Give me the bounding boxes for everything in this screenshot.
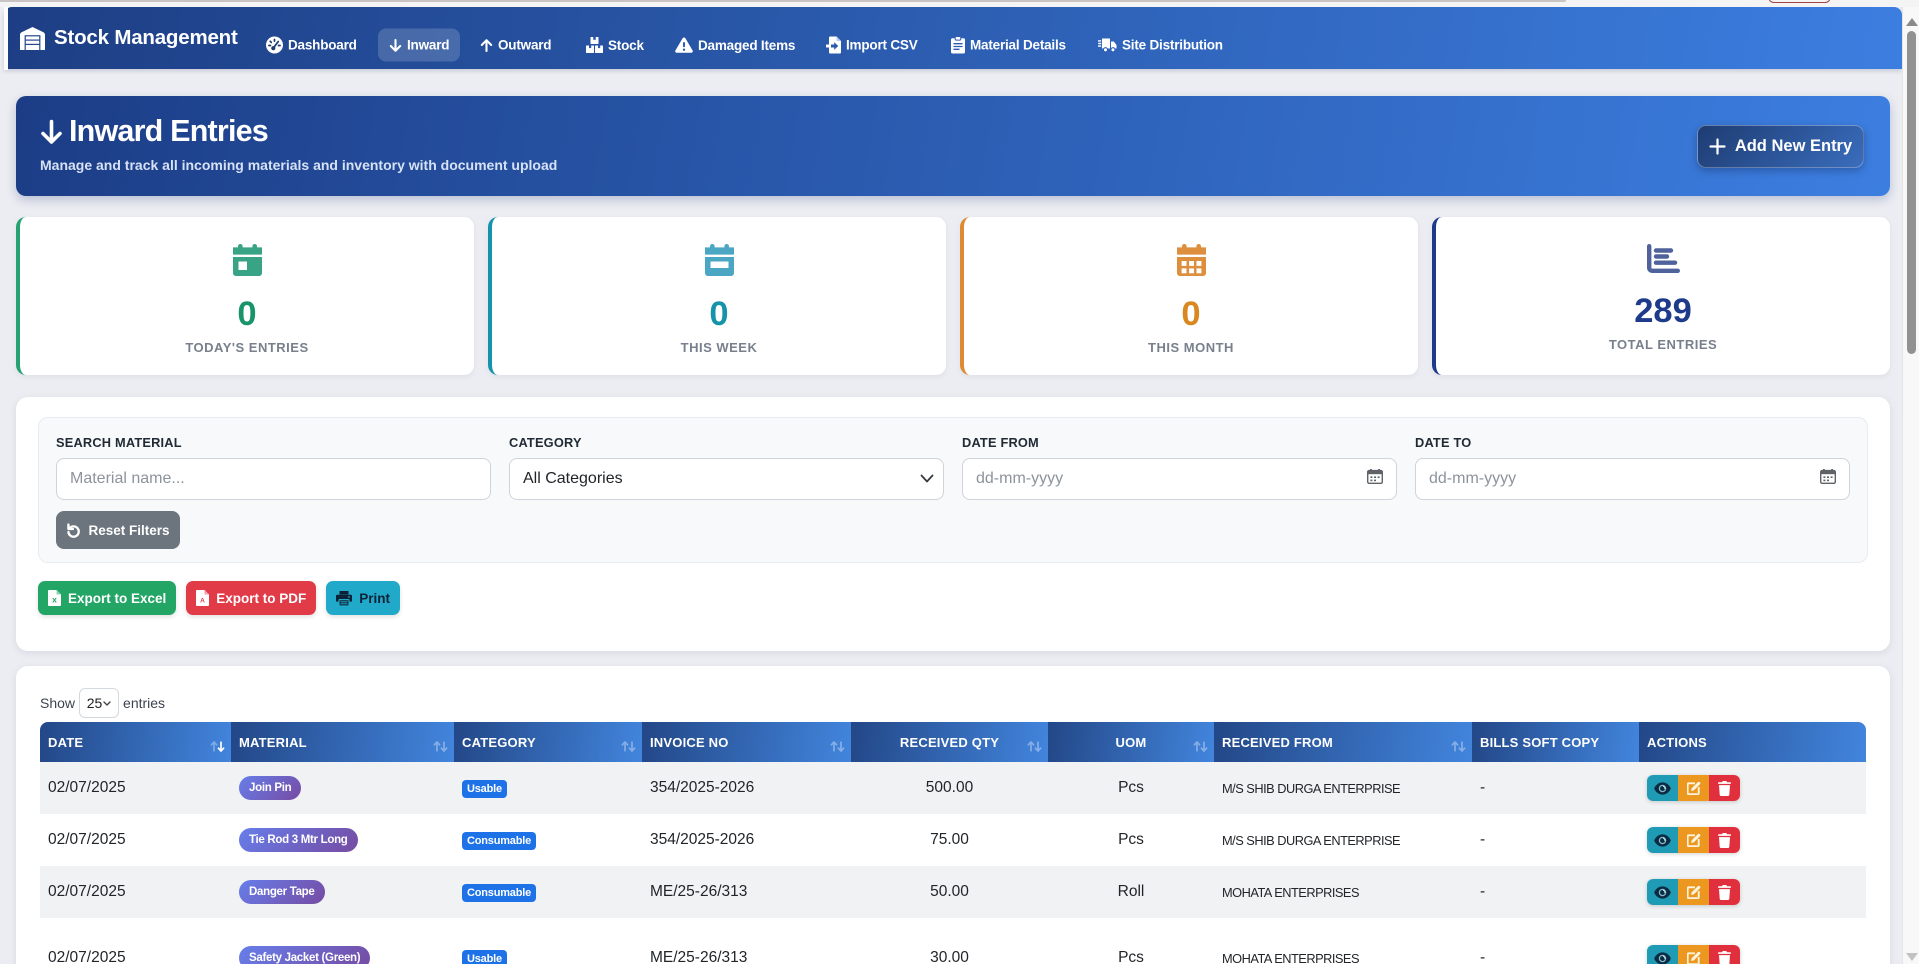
svg-text:x: x bbox=[52, 595, 57, 605]
svg-text:A: A bbox=[200, 598, 205, 605]
